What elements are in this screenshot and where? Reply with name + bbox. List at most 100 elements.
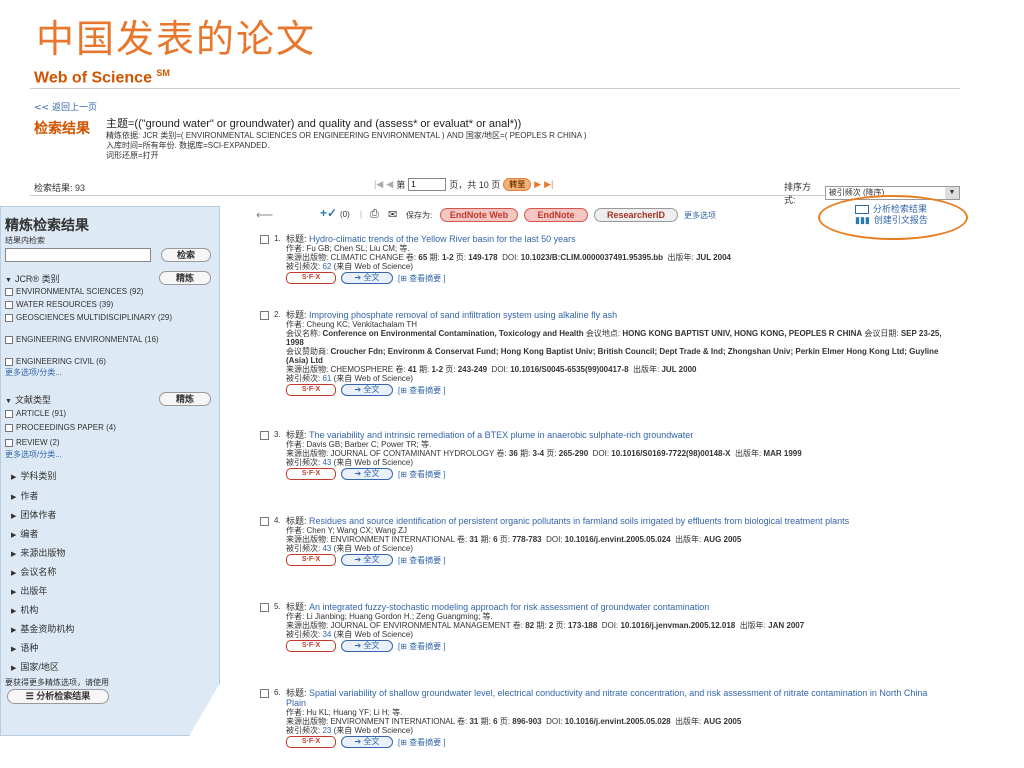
facet-author[interactable]: ▶ 作者 xyxy=(11,489,38,502)
jcr-option[interactable]: ENVIRONMENTAL SCIENCES (92) xyxy=(5,287,215,296)
doctype-more-link[interactable]: 更多选项/分类... xyxy=(5,449,62,460)
facet-conference[interactable]: ▶ 会议名称 xyxy=(11,565,56,578)
checkbox[interactable] xyxy=(5,288,13,296)
facet-group-author[interactable]: ▶ 团体作者 xyxy=(11,508,56,521)
checkbox[interactable] xyxy=(5,439,13,447)
facet-year[interactable]: ▶ 出版年 xyxy=(11,584,47,597)
triangle-right-icon: ▶ xyxy=(11,532,17,539)
jcr-option[interactable]: WATER RESOURCES (39) xyxy=(5,300,215,309)
facet-institution[interactable]: ▶ 机构 xyxy=(11,603,38,616)
cited-count-link[interactable]: 61 xyxy=(322,374,331,383)
page-prefix: 第 xyxy=(396,180,406,190)
doctype-section-header[interactable]: ▼ 文献类型 xyxy=(5,393,51,406)
record-checkbox[interactable] xyxy=(260,311,269,320)
doctype-refine-button[interactable]: 精炼 xyxy=(159,392,211,406)
facet-funding[interactable]: ▶ 基金资助机构 xyxy=(11,622,74,635)
jcr-option[interactable]: ENGINEERING CIVIL (6) xyxy=(5,357,215,366)
researcherid-button[interactable]: ResearcherID xyxy=(594,208,678,222)
jcr-option[interactable]: GEOSCIENCES MULTIDISCIPLINARY (29) xyxy=(5,313,215,322)
view-abstract-link[interactable]: [⊞ 查看摘要 ] xyxy=(398,274,446,283)
facet-language[interactable]: ▶ 语种 xyxy=(11,641,38,654)
sfx-button[interactable]: S·F·X xyxy=(286,384,336,396)
full-text-button[interactable]: ➔ 全文 xyxy=(341,640,393,652)
view-abstract-link[interactable]: [⊞ 查看摘要 ] xyxy=(398,738,446,747)
endnote-button[interactable]: EndNote xyxy=(524,208,588,222)
full-text-button[interactable]: ➔ 全文 xyxy=(341,272,393,284)
facet-editor[interactable]: ▶ 编者 xyxy=(11,527,38,540)
back-link[interactable]: << 返回上一页 xyxy=(34,100,97,113)
cited-count-link[interactable]: 43 xyxy=(322,544,331,553)
doctype-option[interactable]: REVIEW (2) xyxy=(5,438,215,447)
checkbox[interactable] xyxy=(5,314,13,322)
checkbox[interactable] xyxy=(5,336,13,344)
record-title-link[interactable]: The variability and intrinsic remediatio… xyxy=(309,430,693,440)
marked-list-icon[interactable]: +✓ xyxy=(320,206,337,220)
view-abstract-link[interactable]: [⊞ 查看摘要 ] xyxy=(398,642,446,651)
record-checkbox[interactable] xyxy=(260,689,269,698)
sfx-button[interactable]: S·F·X xyxy=(286,554,336,566)
triangle-right-icon: ▶ xyxy=(11,665,17,672)
sfx-button[interactable]: S·F·X xyxy=(286,272,336,284)
full-text-button[interactable]: ➔ 全文 xyxy=(341,384,393,396)
doctype-option[interactable]: PROCEEDINGS PAPER (4) xyxy=(5,423,215,432)
more-options-link[interactable]: 更多选项 xyxy=(684,210,716,221)
record-title-link[interactable]: Spatial variability of shallow groundwat… xyxy=(286,688,927,708)
record-title-link[interactable]: Hydro-climatic trends of the Yellow Rive… xyxy=(309,234,576,244)
checkbox[interactable] xyxy=(5,301,13,309)
doctype-option[interactable]: ARTICLE (91) xyxy=(5,409,215,418)
view-abstract-link[interactable]: [⊞ 查看摘要 ] xyxy=(398,470,446,479)
record-checkbox[interactable] xyxy=(260,517,269,526)
print-icon[interactable]: ⎙ xyxy=(370,208,379,221)
record-checkbox[interactable] xyxy=(260,603,269,612)
full-text-button[interactable]: ➔ 全文 xyxy=(341,468,393,480)
within-search-button[interactable]: 检索 xyxy=(161,248,211,262)
triangle-right-icon: ▶ xyxy=(11,608,17,615)
within-label: 结果内检索 xyxy=(5,236,45,245)
record-title-link[interactable]: Improving phosphate removal of sand infi… xyxy=(309,310,617,320)
email-icon[interactable]: ✉ xyxy=(388,208,397,221)
sfx-button[interactable]: S·F·X xyxy=(286,736,336,748)
full-text-button[interactable]: ➔ 全文 xyxy=(341,736,393,748)
view-abstract-link[interactable]: [⊞ 查看摘要 ] xyxy=(398,556,446,565)
checkbox[interactable] xyxy=(5,358,13,366)
facet-country[interactable]: ▶ 国家/地区 xyxy=(11,660,59,673)
checkbox[interactable] xyxy=(5,424,13,432)
sort-label: 排序方式: xyxy=(784,182,812,205)
first-page-icon[interactable]: |◀ xyxy=(374,179,383,190)
within-search-input[interactable] xyxy=(5,248,151,262)
facet-subject[interactable]: ▶ 学科类别 xyxy=(11,469,56,482)
sidebar-analyze-button[interactable]: ☰ 分析检索结果 xyxy=(7,689,109,704)
endnote-web-button[interactable]: EndNote Web xyxy=(440,208,518,222)
back-arrow-icon[interactable]: ⟵ xyxy=(256,208,273,222)
sfx-button[interactable]: S·F·X xyxy=(286,640,336,652)
record-checkbox[interactable] xyxy=(260,235,269,244)
jcr-more-link[interactable]: 更多选项/分类... xyxy=(5,367,62,378)
go-button[interactable]: 转至 xyxy=(503,178,532,191)
record-checkbox[interactable] xyxy=(260,431,269,440)
view-abstract-link[interactable]: [⊞ 查看摘要 ] xyxy=(398,386,446,395)
jcr-section-header[interactable]: ▼ JCR® 类别 xyxy=(5,272,60,285)
cited-count-link[interactable]: 62 xyxy=(322,262,331,271)
record-title-link[interactable]: Residues and source identification of pe… xyxy=(309,516,849,526)
cited-count-link[interactable]: 23 xyxy=(322,726,331,735)
record-cited: 被引频次: 23 (来自 Web of Science) xyxy=(286,726,414,735)
sfx-button[interactable]: S·F·X xyxy=(286,468,336,480)
jcr-refine-button[interactable]: 精炼 xyxy=(159,271,211,285)
triangle-right-icon: ▶ xyxy=(11,494,17,501)
page-input[interactable] xyxy=(408,178,447,191)
cited-count-link[interactable]: 43 xyxy=(322,458,331,467)
jcr-option[interactable]: ENGINEERING ENVIRONMENTAL (16) xyxy=(5,335,215,344)
full-text-button[interactable]: ➔ 全文 xyxy=(341,554,393,566)
record-authors: 作者: Hu KL; Huang YF; Li H; 等. xyxy=(286,708,403,717)
record-authors: 作者: Davis GB; Barber C; Power TR; 等. xyxy=(286,440,432,449)
record-title-link[interactable]: An integrated fuzzy-stochastic modeling … xyxy=(309,602,709,612)
next-page-icon[interactable]: ▶ xyxy=(534,179,541,190)
facet-source[interactable]: ▶ 来源出版物 xyxy=(11,546,65,559)
chevron-down-icon: ▼ xyxy=(945,187,959,199)
prev-page-icon[interactable]: ◀ xyxy=(386,179,393,190)
wos-logo[interactable]: Web of Science SM xyxy=(34,68,170,87)
cited-count-link[interactable]: 34 xyxy=(322,630,331,639)
checkbox[interactable] xyxy=(5,410,13,418)
record-conference: 会议名称: Conference on Environmental Contam… xyxy=(286,329,942,347)
last-page-icon[interactable]: ▶| xyxy=(544,179,553,190)
